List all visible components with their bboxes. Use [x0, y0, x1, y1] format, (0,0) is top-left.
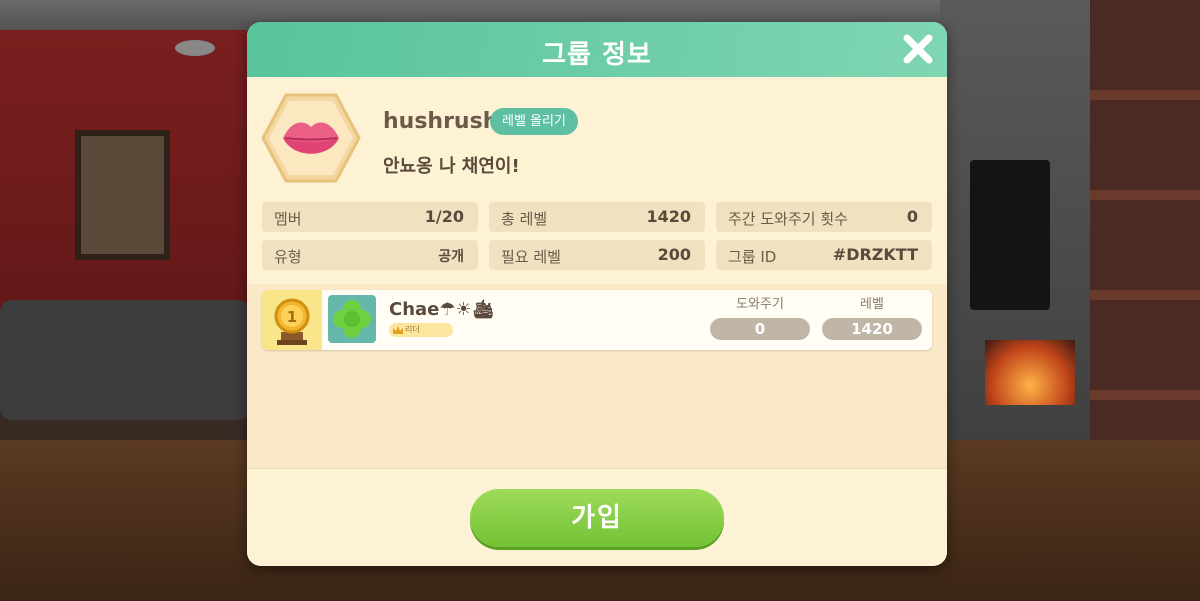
list-item[interactable]: 1 Chae☂☀🛳 리더 도와주기 레벨 0 1420 — [262, 290, 932, 350]
stat-members: 멤버 1/20 — [262, 202, 478, 232]
stat-weekly-help: 주간 도와주기 횟수 0 — [716, 202, 932, 232]
stat-total-level: 총 레벨 1420 — [489, 202, 705, 232]
leader-label: 리더 — [405, 325, 420, 334]
stat-value: 1420 — [646, 207, 691, 226]
stat-required-level: 필요 레벨 200 — [489, 240, 705, 270]
medal-icon: 1 — [274, 298, 310, 345]
stat-value: 공개 — [438, 249, 464, 265]
level-up-button[interactable]: 레벨 올리기 — [490, 108, 578, 135]
avatar — [328, 295, 376, 343]
close-icon — [903, 34, 933, 64]
join-button[interactable]: 가입 — [470, 489, 724, 547]
clover-icon — [333, 300, 371, 338]
member-level: 1420 — [822, 318, 922, 340]
member-name: Chae☂☀🛳 — [389, 299, 495, 320]
stat-label: 필요 레벨 — [501, 248, 561, 266]
lips-icon — [261, 93, 361, 183]
stat-label: 멤버 — [274, 210, 302, 228]
dialog-footer: 가입 — [247, 468, 947, 566]
stat-type: 유형 공개 — [262, 240, 478, 270]
member-help-count: 0 — [710, 318, 810, 340]
help-column-header: 도와주기 — [736, 297, 784, 312]
group-emblem — [261, 93, 361, 187]
rank-medal: 1 — [262, 290, 322, 350]
stat-value: #DRZKTT — [832, 245, 918, 264]
group-info-dialog: 그룹 정보 hushrush 레벨 올리기 안뇨옹 나 채연이! 멤버 1/20 — [247, 22, 947, 566]
dialog-title: 그룹 정보 — [542, 40, 652, 70]
leader-badge: 리더 — [389, 323, 453, 337]
group-description: 안뇨옹 나 채연이! — [383, 156, 520, 177]
group-summary: hushrush 레벨 올리기 안뇨옹 나 채연이! — [247, 77, 947, 187]
stat-value: 0 — [906, 207, 918, 226]
stat-label: 총 레벨 — [501, 210, 548, 228]
stat-label: 유형 — [274, 248, 302, 266]
stat-value: 200 — [657, 245, 691, 264]
level-column-header: 레벨 — [860, 297, 884, 312]
svg-text:1: 1 — [287, 308, 297, 326]
group-name: hushrush — [383, 109, 499, 134]
stat-group-id: 그룹 ID #DRZKTT — [716, 240, 932, 270]
stat-value: 1/20 — [424, 207, 464, 226]
crown-icon — [393, 326, 403, 334]
close-button[interactable] — [899, 30, 937, 68]
stat-label: 주간 도와주기 횟수 — [728, 210, 848, 228]
member-list[interactable]: 1 Chae☂☀🛳 리더 도와주기 레벨 0 1420 — [247, 284, 947, 468]
stat-label: 그룹 ID — [728, 248, 777, 266]
dialog-header: 그룹 정보 — [247, 22, 947, 77]
